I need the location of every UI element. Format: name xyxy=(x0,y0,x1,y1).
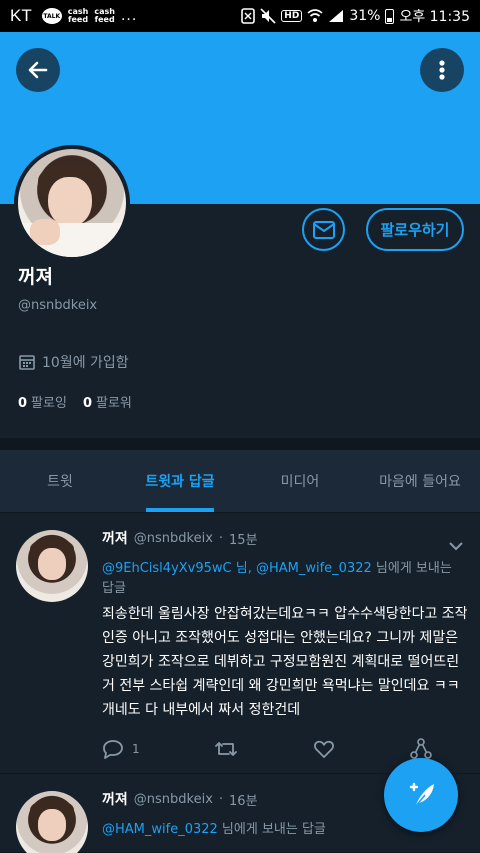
compose-tweet-button[interactable] xyxy=(384,758,458,832)
nfc-icon xyxy=(241,8,256,24)
section-divider xyxy=(0,438,480,450)
follow-stats: 0 팔로잉 0 팔로워 xyxy=(18,392,132,411)
tab-likes[interactable]: 마음에 들어요 xyxy=(360,450,480,512)
calendar-icon xyxy=(19,355,35,370)
separator-dot: · xyxy=(218,530,224,546)
join-date-label: 10월에 가입함 xyxy=(42,355,129,371)
signal-icon xyxy=(328,9,344,23)
more-notifications-indicator: ... xyxy=(120,8,138,24)
mute-icon xyxy=(260,8,276,24)
status-bar: KT TALK cash feed cash feed ... HD 31% 오… xyxy=(0,0,480,32)
compose-feather-icon xyxy=(409,782,434,808)
user-handle: @nsnbdkeix xyxy=(18,298,98,313)
envelope-icon xyxy=(312,220,335,239)
tweet-menu-button[interactable] xyxy=(448,536,464,555)
tweet-time: 15분 xyxy=(229,532,258,548)
profile-avatar[interactable] xyxy=(14,145,130,261)
separator-dot: · xyxy=(218,791,224,807)
battery-percent: 31% xyxy=(349,8,381,24)
tweet-avatar[interactable] xyxy=(16,530,88,602)
cashfeed-icon: cash feed xyxy=(94,7,115,24)
tab-tweets[interactable]: 트윗 xyxy=(0,450,120,512)
back-button[interactable] xyxy=(16,48,60,92)
kakaotalk-icon: TALK xyxy=(41,8,62,24)
followers-stat[interactable]: 0 팔로워 xyxy=(83,392,132,411)
chevron-down-icon xyxy=(449,542,463,551)
display-name: 꺼져 xyxy=(18,266,53,288)
tab-media[interactable]: 미디어 xyxy=(240,450,360,512)
more-options-button[interactable] xyxy=(420,48,464,92)
share-icon xyxy=(410,738,432,759)
tweet-author-handle: @nsnbdkeix xyxy=(133,530,213,546)
following-stat[interactable]: 0 팔로잉 xyxy=(18,392,67,411)
profile-tabs: 트윗 트윗과 답글 미디어 마음에 들어요 xyxy=(0,450,480,513)
reply-count: 1 xyxy=(132,742,140,756)
share-button[interactable] xyxy=(410,738,432,760)
reply-context: @9EhCisl4yXv95wC 님, @HAM_wife_0322 님에게 보… xyxy=(102,559,462,599)
tab-tweets-and-replies[interactable]: 트윗과 답글 xyxy=(120,450,240,512)
cashfeed-icon: cash feed xyxy=(67,7,89,24)
tweet-author-name: 꺼져 xyxy=(102,792,128,808)
reply-button[interactable]: 1 xyxy=(102,739,140,759)
tweet[interactable]: 꺼져 @nsnbdkeix · 15분 @9EhCisl4yXv95wC 님, … xyxy=(0,514,480,774)
message-button[interactable] xyxy=(302,208,345,251)
status-icons: HD 31% 오후 11:35 xyxy=(241,6,470,26)
retweet-icon xyxy=(215,742,238,756)
tweet-author-handle: @nsnbdkeix xyxy=(133,791,213,807)
reply-mentions[interactable]: @9EhCisl4yXv95wC 님, @HAM_wife_0322 xyxy=(102,561,372,576)
reply-icon xyxy=(103,740,123,759)
tweet-actions: 1 xyxy=(102,738,432,760)
like-button[interactable] xyxy=(313,739,335,759)
more-vertical-icon xyxy=(439,60,445,80)
join-date: 10월에 가입함 xyxy=(18,352,129,372)
tweet-header: 꺼져 @nsnbdkeix · 15분 xyxy=(102,528,258,548)
tweet-time: 16분 xyxy=(229,793,258,809)
reply-mentions[interactable]: @HAM_wife_0322 xyxy=(102,822,218,837)
tweet-author-name: 꺼져 xyxy=(102,531,128,547)
retweet-button[interactable] xyxy=(214,739,238,759)
tweet-text: 죄송한데 울림사장 안잡혀갔는데요ㅋㅋ 압수수색당한다고 조작인증 아니고 조작… xyxy=(102,606,468,718)
battery-icon xyxy=(385,8,395,24)
heart-icon xyxy=(314,740,335,758)
tweet-avatar[interactable] xyxy=(16,791,88,853)
reply-suffix: 님에게 보내는 답글 xyxy=(217,822,326,837)
wifi-icon xyxy=(307,9,323,23)
carrier-label: KT xyxy=(10,6,32,25)
hd-voice-icon: HD xyxy=(281,10,303,22)
follow-button[interactable]: 팔로우하기 xyxy=(366,208,464,251)
profile-screen: KT TALK cash feed cash feed ... HD 31% 오… xyxy=(0,0,480,853)
clock: 오후 11:35 xyxy=(399,9,470,25)
arrow-left-icon xyxy=(28,61,48,79)
tweet-header: 꺼져 @nsnbdkeix · 16분 xyxy=(102,789,258,809)
